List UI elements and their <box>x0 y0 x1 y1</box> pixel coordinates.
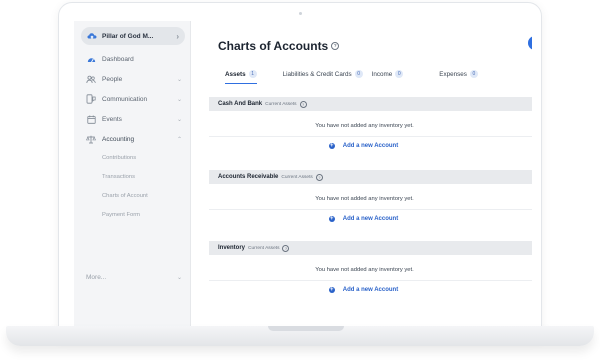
page-title-text: Charts of Accounts <box>218 39 329 53</box>
section-subtitle: Current Assets <box>265 101 297 107</box>
divider <box>209 280 532 281</box>
add-account-label: Add a new Account <box>342 143 399 149</box>
laptop-base <box>6 326 594 346</box>
app-screen: Pillar of God M... › Dashboard People ⌄ … <box>74 21 532 326</box>
account-section-accounts-receivable: Accounts Receivable Current Assets ? You… <box>209 170 532 222</box>
accounting-scale-icon <box>86 134 96 144</box>
empty-message: You have not added any inventory yet. <box>315 123 414 129</box>
tab-label: Income <box>371 70 393 78</box>
section-header: Inventory Current Assets ? <box>209 241 532 255</box>
add-account-button[interactable]: + Add a new Account <box>209 216 532 222</box>
tab-assets[interactable]: Assets 1 <box>225 66 257 84</box>
sidebar-item-label: People <box>102 75 123 83</box>
tab-liabilities-credit-cards[interactable]: Liabilities & Credit Cards 0 <box>283 66 363 82</box>
sidebar-more-label: More... <box>86 274 107 281</box>
sidebar-item-events[interactable]: Events ⌄ <box>74 109 190 129</box>
add-account-label: Add a new Account <box>342 216 399 222</box>
chevron-down-icon: ⌄ <box>176 76 182 83</box>
sidebar-item-communication[interactable]: Communication ⌄ <box>74 89 190 109</box>
people-icon <box>86 74 96 84</box>
chevron-up-icon: ⌃ <box>176 136 182 143</box>
subnav-item-charts-of-account[interactable]: Charts of Account <box>74 187 190 206</box>
chevron-right-icon: › <box>176 31 179 41</box>
laptop-base-notch <box>268 326 344 331</box>
tab-count-badge: 0 <box>469 70 478 78</box>
tab-label: Assets <box>225 70 246 78</box>
sidebar-item-label: Dashboard <box>102 55 134 63</box>
section-header: Cash And Bank Current Assets ? <box>209 97 532 111</box>
org-name: Pillar of God M... <box>102 32 154 40</box>
section-title: Inventory <box>218 245 246 251</box>
sidebar-item-people[interactable]: People ⌄ <box>74 69 190 89</box>
org-switcher[interactable]: Pillar of God M... › <box>81 27 185 45</box>
subnav-item-payment-form[interactable]: Payment Form <box>74 206 190 225</box>
subnav-item-transactions[interactable]: Transactions <box>74 168 190 187</box>
add-account-button[interactable]: + Add a new Account <box>209 287 532 293</box>
sidebar: Pillar of God M... › Dashboard People ⌄ … <box>74 21 191 326</box>
tab-label: Expenses <box>439 70 467 78</box>
sidebar-item-label: Accounting <box>102 135 135 143</box>
calendar-icon <box>86 114 96 124</box>
add-account-label: Add a new Account <box>342 287 399 293</box>
section-header: Accounts Receivable Current Assets ? <box>209 170 532 184</box>
section-title: Cash And Bank <box>218 101 263 107</box>
page-title: Charts of Accounts ? <box>218 39 340 53</box>
section-subtitle: Current Assets <box>281 174 313 180</box>
sidebar-item-label: Communication <box>102 95 148 103</box>
tab-expenses[interactable]: Expenses 0 <box>439 66 478 82</box>
account-section-cash-and-bank: Cash And Bank Current Assets ? You have … <box>209 97 532 149</box>
help-icon[interactable]: ? <box>315 173 323 181</box>
chevron-down-icon: ⌄ <box>176 96 182 103</box>
divider <box>209 209 532 210</box>
account-section-inventory: Inventory Current Assets ? You have not … <box>209 241 532 293</box>
section-title: Accounts Receivable <box>218 174 279 180</box>
communication-icon <box>86 94 96 104</box>
section-subtitle: Current Assets <box>248 245 280 251</box>
chevron-down-icon: ⌄ <box>176 116 182 123</box>
tab-count-badge: 0 <box>395 70 404 78</box>
divider <box>209 136 532 137</box>
tab-bar: Assets 1 Liabilities & Credit Cards 0 In… <box>218 66 518 84</box>
chevron-down-icon: ⌄ <box>176 275 182 281</box>
add-account-button[interactable]: + Add a new Account <box>209 143 532 149</box>
camera-dot <box>299 12 302 15</box>
tab-count-badge: 0 <box>354 70 363 78</box>
dashboard-icon <box>86 54 96 64</box>
help-icon[interactable]: ? <box>282 244 290 252</box>
sidebar-more[interactable]: More... ⌄ <box>86 274 182 281</box>
plus-circle-icon: + <box>328 287 335 293</box>
sidebar-item-accounting[interactable]: Accounting ⌃ <box>74 129 190 149</box>
empty-message: You have not added any inventory yet. <box>315 196 414 202</box>
cloud-church-icon <box>87 33 97 39</box>
main-content: Charts of Accounts ? Assets 1 Liabilitie… <box>191 21 532 326</box>
sidebar-item-dashboard[interactable]: Dashboard <box>74 49 190 69</box>
help-icon[interactable]: ? <box>331 42 340 50</box>
tab-count-badge: 1 <box>248 70 257 78</box>
help-icon[interactable]: ? <box>299 100 307 108</box>
sidebar-item-label: Events <box>102 115 122 123</box>
plus-circle-icon: + <box>328 216 335 222</box>
tab-income[interactable]: Income 0 <box>372 66 404 82</box>
tab-label: Liabilities & Credit Cards <box>282 70 352 78</box>
subnav-item-contributions[interactable]: Contributions <box>74 149 190 168</box>
empty-message: You have not added any inventory yet. <box>315 267 414 273</box>
avatar[interactable] <box>528 36 532 50</box>
plus-circle-icon: + <box>328 143 335 149</box>
